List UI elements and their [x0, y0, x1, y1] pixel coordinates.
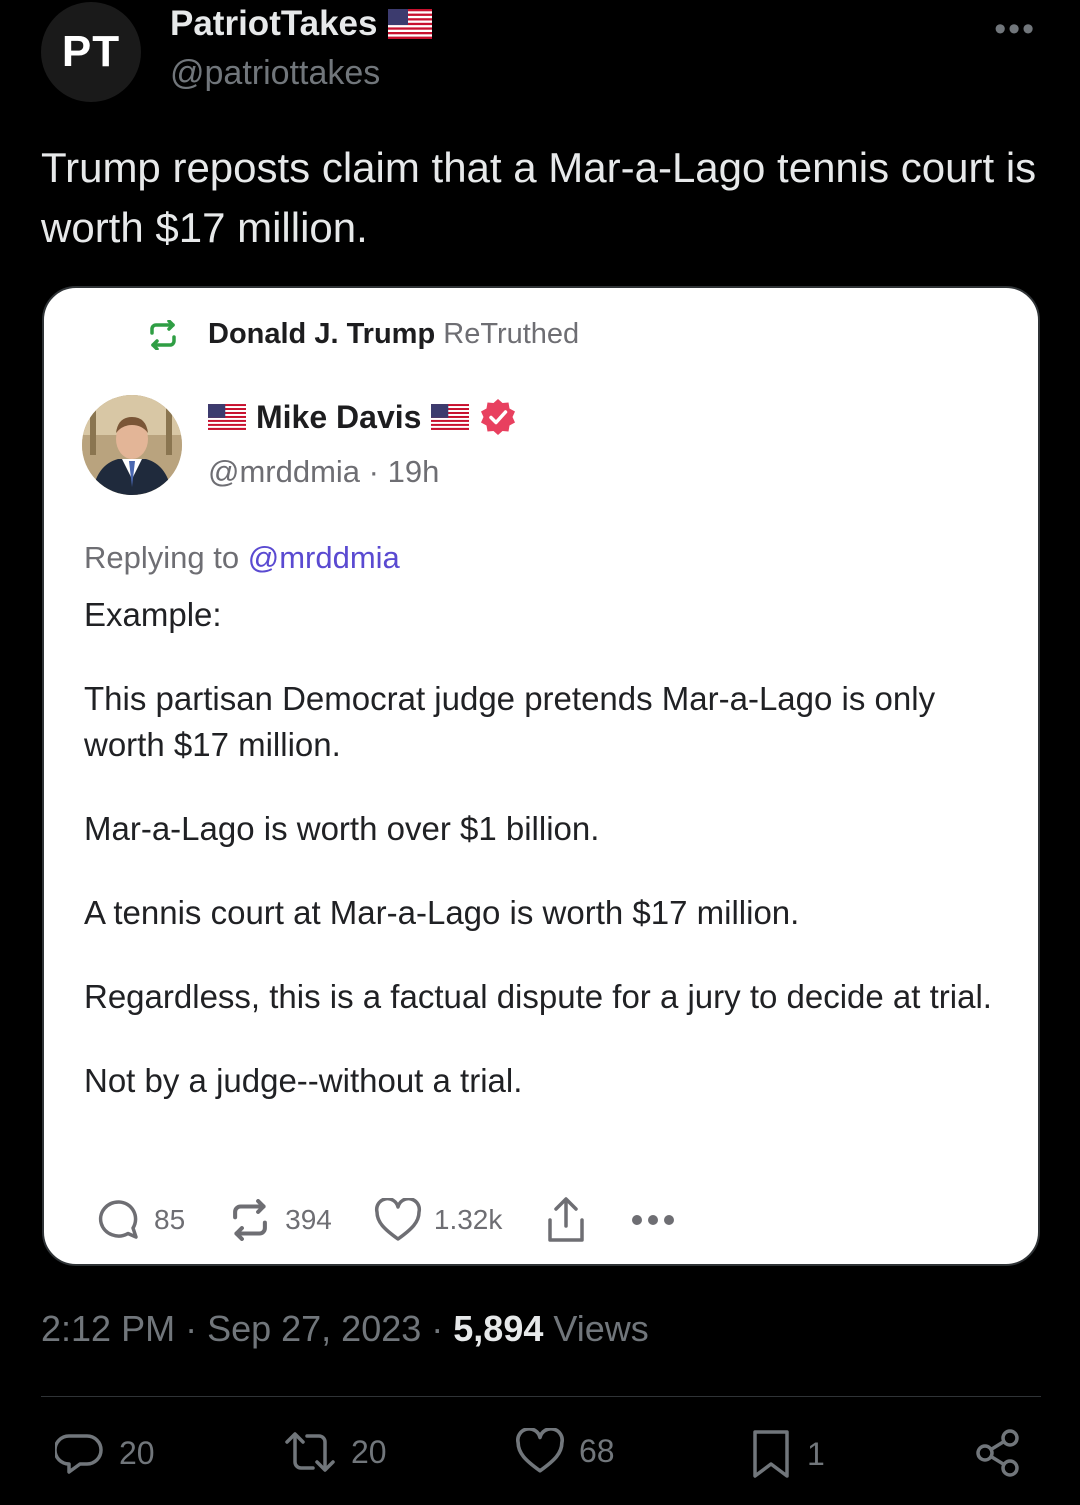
replying-mention-link[interactable]: @mrddmia [248, 540, 400, 575]
quoted-reply-count: 85 [154, 1204, 186, 1235]
avatar-initials: PT [61, 27, 121, 76]
quoted-like-button[interactable]: 1.32k [374, 1198, 503, 1242]
quoted-actions-bar: 85 394 1.32k [96, 1196, 718, 1244]
quoted-retruth-count: 394 [285, 1204, 332, 1235]
repost-count: 20 [351, 1433, 387, 1470]
quoted-paragraph: A tennis court at Mar-a-Lago is worth $1… [84, 894, 800, 931]
retruth-icon [146, 319, 180, 350]
repost-button[interactable]: 20 [283, 1428, 387, 1476]
quoted-author-name-row[interactable]: Mike Davis [208, 398, 517, 436]
quoted-more-button[interactable] [630, 1213, 676, 1227]
quoted-share-button[interactable] [544, 1196, 588, 1244]
author-avatar[interactable]: PT [41, 2, 141, 102]
post-actions-bar: 20 20 68 1 [55, 1428, 1035, 1488]
heart-icon [374, 1198, 422, 1242]
share-icon [544, 1196, 588, 1244]
reply-count: 20 [119, 1434, 155, 1471]
reply-button[interactable]: 20 [55, 1428, 155, 1478]
author-display-name-row[interactable]: PatriotTakes [170, 4, 432, 44]
mike-davis-avatar[interactable] [82, 395, 182, 495]
share-button[interactable] [973, 1428, 1023, 1478]
repost-icon [283, 1428, 337, 1476]
post-meta: 2:12 PM · Sep 27, 2023 · 5,894 Views [41, 1308, 649, 1349]
replying-to: Replying to @mrddmia [84, 540, 400, 576]
quoted-handle-time[interactable]: @mrddmia · 19h [208, 454, 439, 490]
author-display-name: PatriotTakes [170, 4, 378, 43]
more-options-icon[interactable]: ••• [994, 10, 1036, 49]
verified-badge-icon [479, 398, 517, 436]
like-count: 68 [579, 1432, 615, 1469]
quoted-like-count: 1.32k [433, 1204, 503, 1235]
quoted-paragraph: Mar-a-Lago is worth over $1 billion. [84, 810, 600, 847]
us-flag-icon [431, 404, 470, 430]
retruth-label: ReTruthed [443, 318, 580, 350]
divider [41, 1396, 1041, 1397]
retruth-author-name[interactable]: Donald J. Trump [208, 318, 435, 350]
quoted-reply-button[interactable]: 85 [96, 1197, 185, 1243]
share-icon [973, 1428, 1023, 1478]
post-time[interactable]: 2:12 PM [41, 1308, 175, 1349]
us-flag-icon [387, 9, 432, 39]
quoted-paragraph: Regardless, this is a factual dispute fo… [84, 978, 992, 1015]
quoted-post-body: Example: This partisan Democrat judge pr… [84, 592, 1004, 1142]
quoted-paragraph: Not by a judge--without a trial. [84, 1062, 523, 1099]
retruth-icon [227, 1199, 273, 1241]
replying-prefix: Replying to [84, 540, 248, 575]
bookmark-count: 1 [807, 1435, 825, 1472]
views-label: Views [553, 1308, 649, 1349]
views-count[interactable]: 5,894 [453, 1308, 543, 1349]
quoted-author-name: Mike Davis [256, 398, 422, 435]
us-flag-icon [208, 404, 246, 430]
like-button[interactable]: 68 [515, 1428, 615, 1474]
bookmark-button[interactable]: 1 [749, 1428, 825, 1480]
post-text: Trump reposts claim that a Mar-a-Lago te… [41, 144, 1037, 251]
reply-icon [55, 1428, 105, 1478]
reply-icon [96, 1197, 142, 1243]
quoted-retruth-button[interactable]: 394 [227, 1199, 332, 1241]
bookmark-icon [749, 1428, 793, 1480]
more-dots-icon [630, 1213, 676, 1227]
retruth-row: Donald J. Trump ReTruthed [146, 318, 579, 351]
post-date[interactable]: Sep 27, 2023 [207, 1308, 421, 1349]
quoted-paragraph: Example: [84, 596, 222, 633]
heart-icon [515, 1428, 565, 1474]
author-handle[interactable]: @patriottakes [170, 54, 380, 93]
quoted-post-card[interactable]: Donald J. Trump ReTruthed Mike Davis @mr… [42, 286, 1040, 1266]
quoted-paragraph: This partisan Democrat judge pretends Ma… [84, 680, 936, 763]
